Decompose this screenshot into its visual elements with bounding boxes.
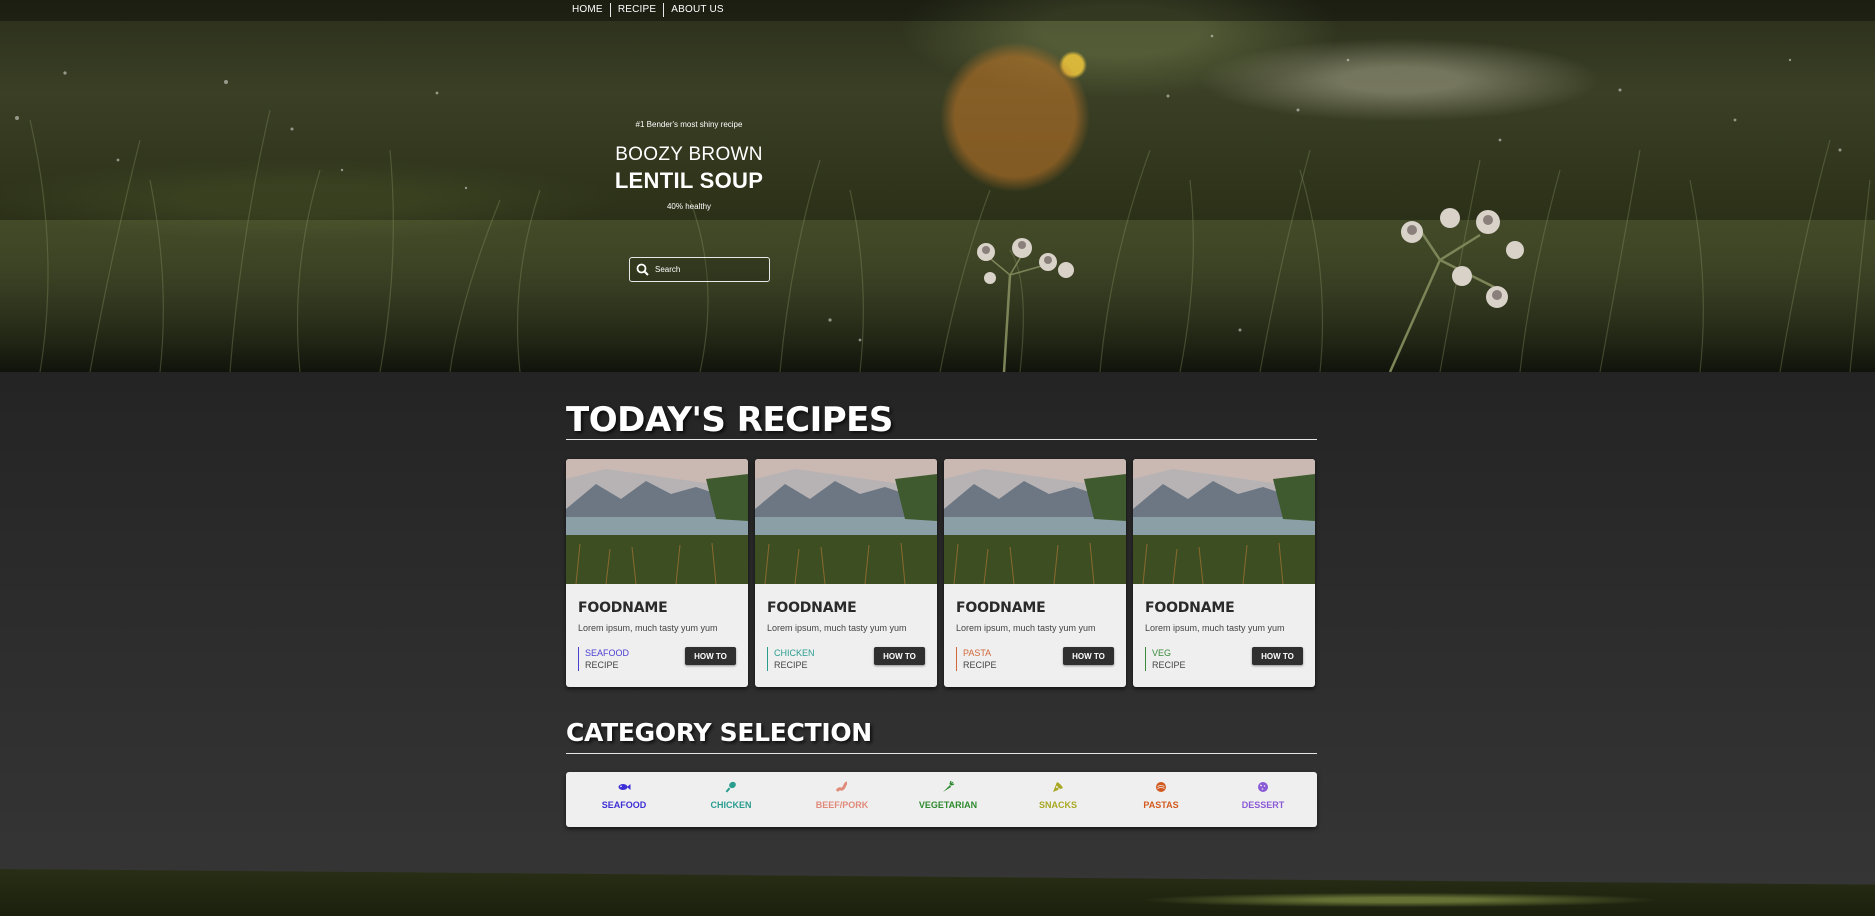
search-icon [636,263,649,276]
category-label: DESSERT [1241,800,1285,810]
grass-background-image [0,34,1875,372]
fish-icon [618,784,631,790]
nav-link-recipe[interactable]: RECIPE [611,4,663,16]
recipe-category: VEG [1152,648,1172,658]
hero-text-block: #1 Bender's most shiny recipe BOOZY BROW… [599,118,779,211]
category-label: BEEF/PORK [815,800,869,810]
hero-health-rating: 40% healthy [666,202,712,211]
nav-links: HOME RECIPE ABOUT US [566,3,731,17]
section-divider [566,439,1317,440]
category-vegetarian[interactable]: VEGETARIAN [903,780,993,810]
category-beef-pork[interactable]: BEEF/PORK [797,780,887,810]
pizza-slice-icon [1053,782,1063,792]
recipe-category: CHICKEN [774,648,815,658]
recipe-description: Lorem ipsum, much tasty yum yum [767,623,907,633]
recipe-type: RECIPE [1152,660,1186,670]
category-label: SNACKS [1038,800,1077,810]
drumstick-icon [725,781,736,793]
hero-title-line-1: BOOZY BROWN [615,144,763,165]
recipe-image-lake [944,459,1126,584]
recipe-category-tag: PASTA RECIPE [956,647,997,671]
recipe-image-lake [755,459,937,584]
category-snacks[interactable]: SNACKS [1013,780,1103,810]
how-to-button[interactable]: HOW TO [1252,647,1303,665]
recipe-image-lake [1133,459,1315,584]
recipe-card-body: FOODNAME Lorem ipsum, much tasty yum yum… [755,584,937,687]
how-to-button[interactable]: HOW TO [874,647,925,665]
recipe-card[interactable]: FOODNAME Lorem ipsum, much tasty yum yum… [566,459,748,687]
category-label: CHICKEN [710,800,752,810]
recipe-category-tag: CHICKEN RECIPE [767,647,815,671]
cookie-icon [1258,782,1268,792]
recipe-description: Lorem ipsum, much tasty yum yum [578,623,718,633]
carrot-icon [943,780,955,792]
how-to-button[interactable]: HOW TO [685,647,736,665]
nav-link-about-us[interactable]: ABOUT US [664,4,731,16]
category-label: PASTAS [1143,800,1179,810]
recipe-image-lake [566,459,748,584]
recipe-category: SEAFOOD [585,648,630,658]
search-box[interactable] [629,257,770,282]
recipe-description: Lorem ipsum, much tasty yum yum [1145,623,1285,633]
recipe-card-body: FOODNAME Lorem ipsum, much tasty yum yum… [944,584,1126,687]
category-label: VEGETARIAN [918,800,978,810]
recipe-description: Lorem ipsum, much tasty yum yum [956,623,1096,633]
hero-banner: HOME RECIPE ABOUT US #1 Bender's most sh… [0,0,1875,372]
recipe-name: FOODNAME [767,600,857,616]
recipe-name: FOODNAME [578,600,668,616]
recipe-type: RECIPE [585,660,619,670]
search-input[interactable] [655,265,765,274]
category-seafood[interactable]: SEAFOOD [579,780,669,810]
hero-tagline: #1 Bender's most shiny recipe [635,120,743,129]
recipe-card[interactable]: FOODNAME Lorem ipsum, much tasty yum yum… [944,459,1126,687]
recipe-name: FOODNAME [956,600,1046,616]
how-to-button[interactable]: HOW TO [1063,647,1114,665]
recipe-name: FOODNAME [1145,600,1235,616]
recipe-type: RECIPE [963,660,997,670]
recipe-card-list: FOODNAME Lorem ipsum, much tasty yum yum… [566,459,1315,687]
section-title-todays-recipes: TODAY'S RECIPES [566,400,893,440]
hero-title-line-2: LENTIL SOUP [614,168,764,193]
recipe-card-body: FOODNAME Lorem ipsum, much tasty yum yum… [1133,584,1315,687]
recipe-type: RECIPE [774,660,808,670]
category-dessert[interactable]: DESSERT [1218,780,1308,810]
nav-link-home[interactable]: HOME [566,4,610,16]
section-divider [566,753,1317,754]
category-pastas[interactable]: PASTAS [1116,780,1206,810]
recipe-card[interactable]: FOODNAME Lorem ipsum, much tasty yum yum… [755,459,937,687]
section-title-category-selection: CATEGORY SELECTION [566,718,872,747]
recipe-category-tag: VEG RECIPE [1145,647,1186,671]
recipe-category: PASTA [963,648,992,658]
recipe-card[interactable]: FOODNAME Lorem ipsum, much tasty yum yum… [1133,459,1315,687]
top-nav: HOME RECIPE ABOUT US [0,0,1875,21]
pasta-bowl-icon [1156,782,1166,792]
category-selection-panel: SEAFOOD CHICKEN BEEF/PORK VEGETARIAN SNA… [566,772,1317,827]
bacon-icon [835,781,848,792]
recipe-category-tag: SEAFOOD RECIPE [578,647,629,671]
recipe-card-body: FOODNAME Lorem ipsum, much tasty yum yum… [566,584,748,687]
category-label: SEAFOOD [601,800,647,810]
category-chicken[interactable]: CHICKEN [686,780,776,810]
